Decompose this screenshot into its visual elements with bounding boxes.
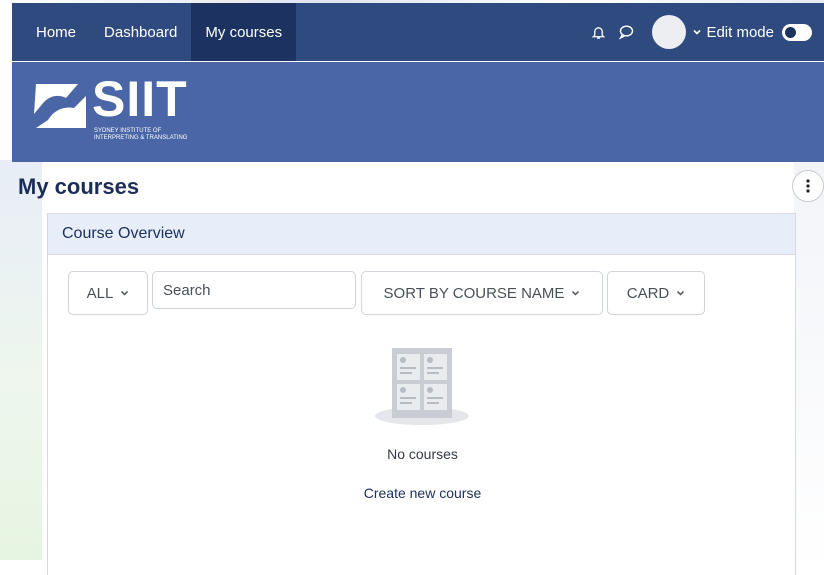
decorative-background-left (0, 160, 42, 560)
nav-item-my-courses[interactable]: My courses (191, 3, 297, 61)
search-input[interactable] (152, 271, 356, 309)
edit-mode-toggle[interactable] (782, 23, 812, 41)
chevron-down-icon (120, 290, 129, 296)
chevron-down-icon (676, 290, 685, 296)
filter-dropdown[interactable]: ALL (68, 271, 148, 315)
nav-item-home[interactable]: Home (12, 3, 90, 61)
empty-state-text: No courses (387, 446, 458, 462)
bell-icon[interactable] (587, 21, 609, 43)
chevron-down-icon (571, 290, 580, 296)
edit-mode-label: Edit mode (706, 23, 774, 41)
logo-text: SIIT (92, 71, 188, 127)
kebab-menu-icon (806, 179, 810, 193)
course-overview-header: Course Overview (48, 214, 795, 255)
no-courses-illustration-icon (374, 346, 470, 433)
avatar[interactable] (652, 15, 687, 49)
message-icon[interactable] (615, 21, 637, 43)
logo-subtitle: SYDNEY INSTITUTE OF INTERPRETING & TRANS… (94, 128, 188, 141)
page-title: My courses (18, 174, 140, 199)
sort-label: SORT BY COURSE NAME (383, 284, 565, 302)
decorative-background-right (794, 160, 824, 575)
nav-item-dashboard[interactable]: Dashboard (90, 3, 191, 61)
site-banner: SIIT SYDNEY INSTITUTE OF INTERPRETING & … (12, 62, 824, 162)
nav-user-area: Edit mode (584, 3, 824, 61)
siit-logo-mark-icon (30, 80, 88, 135)
create-new-course-link[interactable]: Create new course (48, 485, 797, 501)
course-controls: ALL SORT BY COURSE NAME CARD (68, 271, 709, 315)
chevron-down-icon[interactable] (692, 28, 702, 36)
view-label: CARD (626, 284, 670, 302)
filter-label: ALL (86, 284, 114, 302)
course-overview-card: Course Overview ALL SORT BY COURSE NAME … (47, 213, 796, 575)
sort-dropdown[interactable]: SORT BY COURSE NAME (361, 271, 603, 315)
view-dropdown[interactable]: CARD (607, 271, 705, 315)
more-actions-button[interactable] (792, 170, 824, 202)
top-navbar: Home Dashboard My courses Edit mode (12, 3, 824, 61)
